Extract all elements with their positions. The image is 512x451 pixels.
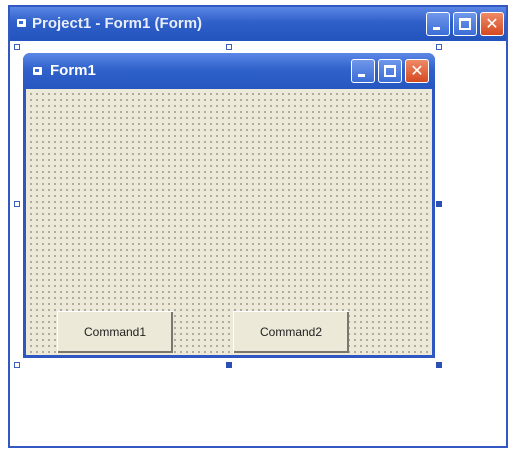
form1-maximize-button[interactable] xyxy=(378,59,402,83)
form-icon xyxy=(33,67,42,75)
resize-handle-right[interactable] xyxy=(436,201,442,207)
designer-close-button[interactable]: ✕ xyxy=(480,12,504,36)
command1-label: Command1 xyxy=(83,325,147,339)
designer-maximize-button[interactable] xyxy=(453,12,477,36)
designer-minimize-button[interactable] xyxy=(426,12,450,36)
designer-window-controls: ✕ xyxy=(426,12,504,36)
command2-button[interactable]: Command2 xyxy=(233,311,349,353)
form1-minimize-button[interactable] xyxy=(351,59,375,83)
minimize-icon xyxy=(427,13,449,35)
resize-handle-top-right[interactable] xyxy=(436,44,442,50)
resize-handle-bottom-left[interactable] xyxy=(14,362,20,368)
form1-close-button[interactable]: ✕ xyxy=(405,59,429,83)
close-icon: ✕ xyxy=(410,61,424,80)
form-design-grid[interactable]: Command1 Command2 xyxy=(26,89,432,355)
resize-handle-bottom[interactable] xyxy=(226,362,232,368)
resize-handle-top-left[interactable] xyxy=(14,44,20,50)
maximize-icon xyxy=(454,13,476,35)
designer-titlebar[interactable]: Project1 - Form1 (Form) ✕ xyxy=(10,7,506,41)
resize-handle-left[interactable] xyxy=(14,201,20,207)
command1-button[interactable]: Command1 xyxy=(57,311,173,353)
form1-window: Form1 ✕ Command1 Command2 xyxy=(23,53,435,358)
resize-handle-bottom-right[interactable] xyxy=(436,362,442,368)
minimize-icon xyxy=(352,60,374,82)
maximize-icon xyxy=(379,60,401,82)
designer-title: Project1 - Form1 (Form) xyxy=(32,15,203,32)
form1-window-controls: ✕ xyxy=(351,59,429,83)
form-icon xyxy=(17,19,26,27)
close-icon: ✕ xyxy=(485,14,499,33)
resize-handle-top[interactable] xyxy=(226,44,232,50)
command2-label: Command2 xyxy=(259,325,323,339)
form1-title: Form1 xyxy=(50,62,96,79)
form1-titlebar[interactable]: Form1 ✕ xyxy=(23,53,435,89)
